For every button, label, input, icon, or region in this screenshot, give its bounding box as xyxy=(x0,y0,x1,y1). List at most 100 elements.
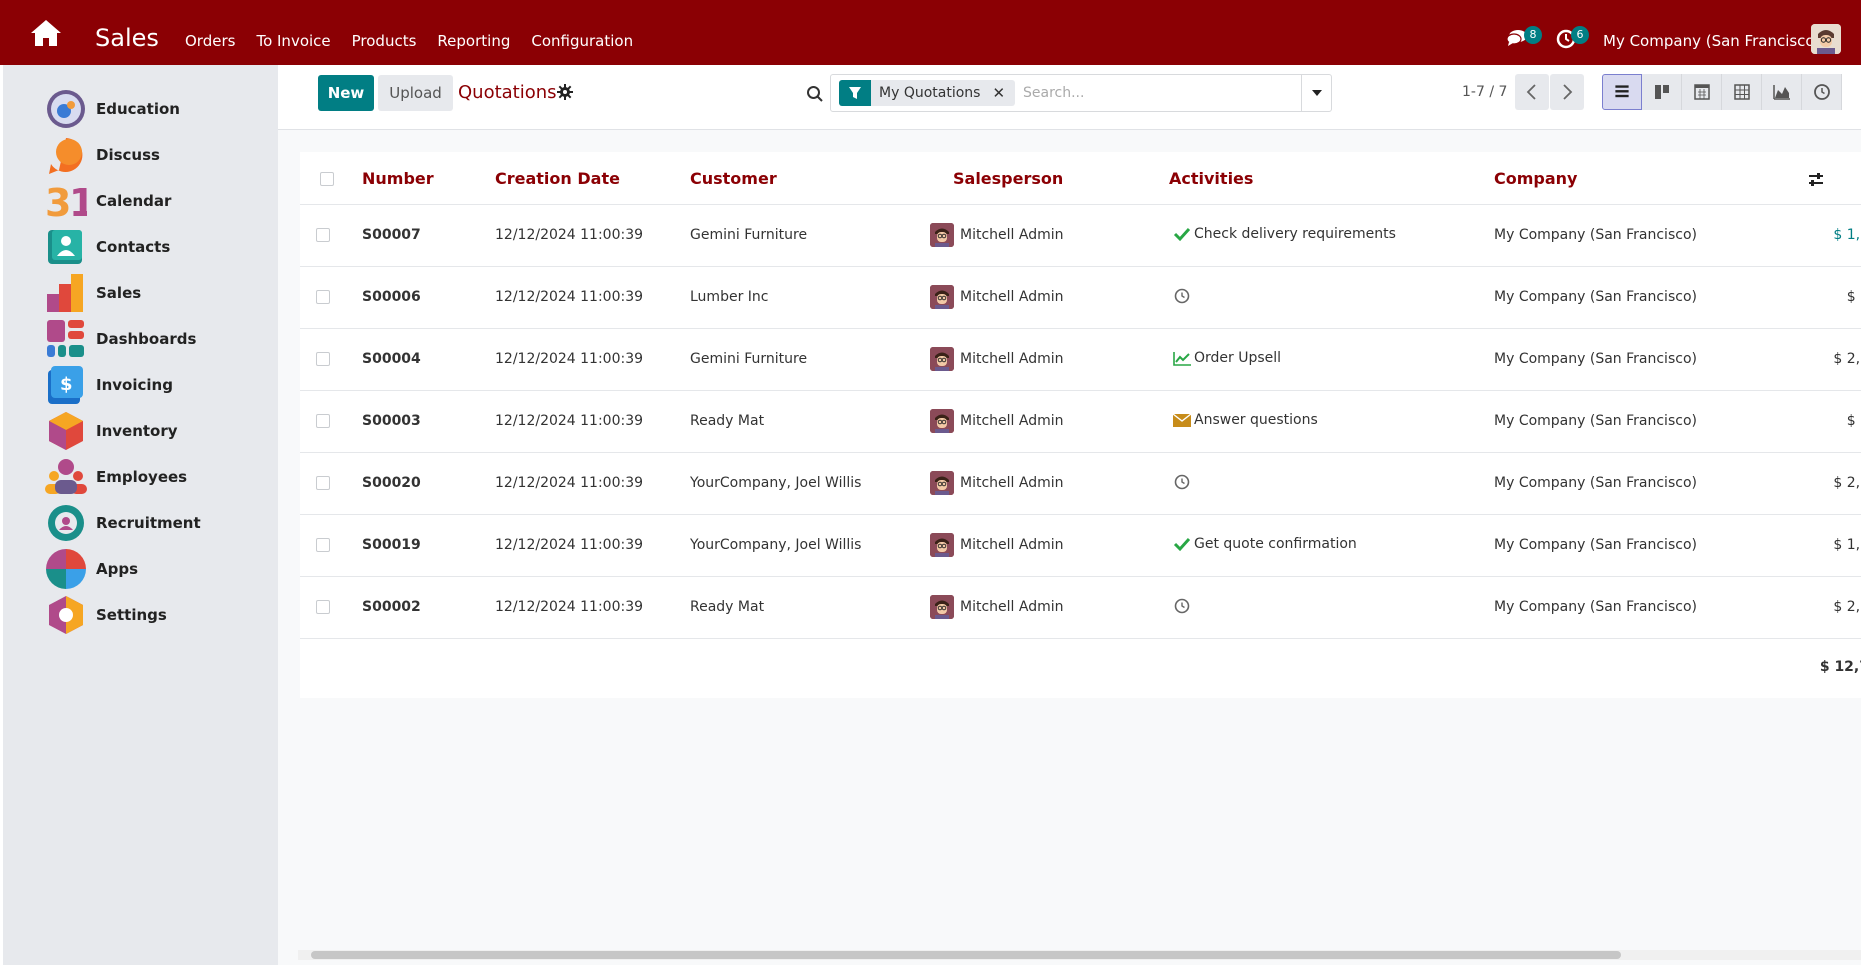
upload-button[interactable]: Upload xyxy=(378,75,453,111)
company-switcher[interactable]: My Company (San Francisco) xyxy=(1603,32,1820,50)
row-checkbox[interactable] xyxy=(316,600,330,614)
filter-facet: My Quotations ✕ xyxy=(839,80,1016,106)
creation-date: 12/12/2024 11:00:39 xyxy=(495,537,644,553)
search-options-toggle[interactable] xyxy=(1301,75,1331,111)
top-navbar: Sales Orders To Invoice Products Reporti… xyxy=(0,0,1861,65)
pager-previous-button[interactable] xyxy=(1515,74,1549,110)
activity-cell[interactable]: Order Upsell xyxy=(1172,349,1281,367)
table-row[interactable]: S00003 12/12/2024 11:00:39 Ready Mat Mitche… xyxy=(300,391,1861,453)
app-label: Dashboards xyxy=(96,330,197,348)
app-settings[interactable]: Settings xyxy=(45,591,167,639)
salesperson-cell: Mitchell Admin xyxy=(930,223,1064,247)
scrollbar-thumb[interactable] xyxy=(311,951,1621,959)
column-salesperson[interactable]: Salesperson xyxy=(953,169,1063,188)
activity-summary: Answer questions xyxy=(1194,412,1318,428)
amount-total: $ 2,2 xyxy=(1833,351,1861,367)
activity-summary: Check delivery requirements xyxy=(1194,226,1396,242)
salesperson-cell: Mitchell Admin xyxy=(930,285,1064,309)
pager-value[interactable]: 1-7 / 7 xyxy=(1462,84,1507,100)
calendar-view-button[interactable] xyxy=(1682,74,1722,110)
app-contacts[interactable]: Contacts xyxy=(45,223,170,271)
app-inventory[interactable]: Inventory xyxy=(45,407,178,455)
apps-icon xyxy=(45,548,87,590)
column-activities[interactable]: Activities xyxy=(1169,169,1253,188)
company-name: My Company (San Francisco) xyxy=(1494,289,1697,305)
activity-cell[interactable]: Answer questions xyxy=(1172,411,1318,429)
clock-icon[interactable] xyxy=(1172,597,1192,615)
activity-view-button[interactable] xyxy=(1802,74,1842,110)
app-discuss[interactable]: Discuss xyxy=(45,131,160,179)
new-button[interactable]: New xyxy=(318,75,374,111)
graph-view-button[interactable] xyxy=(1762,74,1802,110)
remove-facet-icon[interactable]: ✕ xyxy=(992,84,1015,102)
select-all-checkbox[interactable] xyxy=(320,172,334,186)
salesperson-name: Mitchell Admin xyxy=(960,537,1064,553)
activity-cell[interactable] xyxy=(1172,597,1194,615)
app-recruitment[interactable]: Recruitment xyxy=(45,499,201,547)
column-number[interactable]: Number xyxy=(362,169,434,188)
gear-icon[interactable] xyxy=(557,84,573,100)
app-apps[interactable]: Apps xyxy=(45,545,138,593)
search-icon[interactable] xyxy=(806,85,824,103)
row-checkbox[interactable] xyxy=(316,352,330,366)
home-icon[interactable] xyxy=(30,18,62,48)
list-view-button[interactable] xyxy=(1602,74,1642,110)
app-label: Inventory xyxy=(96,422,178,440)
order-number: S00006 xyxy=(362,289,421,305)
activity-cell[interactable] xyxy=(1172,473,1194,491)
activity-cell[interactable]: Check delivery requirements xyxy=(1172,225,1396,243)
row-checkbox[interactable] xyxy=(316,538,330,552)
row-checkbox[interactable] xyxy=(316,476,330,490)
app-sales[interactable]: Sales xyxy=(45,269,141,317)
table-row[interactable]: S00002 12/12/2024 11:00:39 Ready Mat Mitche… xyxy=(300,577,1861,639)
menu-orders[interactable]: Orders xyxy=(185,32,235,50)
creation-date: 12/12/2024 11:00:39 xyxy=(495,289,644,305)
row-checkbox[interactable] xyxy=(316,290,330,304)
app-calendar[interactable]: 31 Calendar xyxy=(45,177,171,225)
user-avatar[interactable] xyxy=(1811,24,1841,54)
svg-text:3: 3 xyxy=(45,181,71,222)
app-invoicing[interactable]: $ Invoicing xyxy=(45,361,173,409)
check-icon[interactable] xyxy=(1172,535,1192,553)
kanban-view-button[interactable] xyxy=(1642,74,1682,110)
table-row[interactable]: S00004 12/12/2024 11:00:39 Gemini Furnitur… xyxy=(300,329,1861,391)
app-name[interactable]: Sales xyxy=(95,24,159,52)
app-label: Apps xyxy=(96,560,139,578)
table-row[interactable]: S00020 12/12/2024 11:00:39 YourCompany, Jo… xyxy=(300,453,1861,515)
check-icon[interactable] xyxy=(1172,225,1192,243)
clock-icon[interactable] xyxy=(1172,287,1192,305)
chart-icon[interactable] xyxy=(1172,349,1192,367)
table-row[interactable]: S00007 12/12/2024 11:00:39 Gemini Furnitur… xyxy=(300,205,1861,267)
column-creation-date[interactable]: Creation Date xyxy=(495,169,620,188)
pivot-view-button[interactable] xyxy=(1722,74,1762,110)
column-customer[interactable]: Customer xyxy=(690,169,777,188)
menu-to-invoice[interactable]: To Invoice xyxy=(256,32,330,50)
horizontal-scrollbar[interactable] xyxy=(298,950,1861,960)
row-checkbox[interactable] xyxy=(316,414,330,428)
menu-configuration[interactable]: Configuration xyxy=(531,32,633,50)
row-checkbox[interactable] xyxy=(316,228,330,242)
activity-cell[interactable] xyxy=(1172,287,1194,305)
app-dashboards[interactable]: Dashboards xyxy=(45,315,196,363)
activity-cell[interactable]: Get quote confirmation xyxy=(1172,535,1357,553)
clock-icon[interactable] xyxy=(1172,473,1192,491)
table-row[interactable]: S00019 12/12/2024 11:00:39 YourCompany, Jo… xyxy=(300,515,1861,577)
creation-date: 12/12/2024 11:00:39 xyxy=(495,599,644,615)
messages-badge: 8 xyxy=(1524,26,1542,44)
search-bar[interactable]: My Quotations ✕ Search... xyxy=(830,74,1332,112)
education-icon xyxy=(45,88,87,130)
creation-date: 12/12/2024 11:00:39 xyxy=(495,475,644,491)
amount-total: $ 2,9 xyxy=(1833,475,1861,491)
app-label: Calendar xyxy=(96,192,172,210)
envelope-icon[interactable] xyxy=(1172,411,1192,429)
salesperson-cell: Mitchell Admin xyxy=(930,409,1064,433)
search-input[interactable]: Search... xyxy=(1023,85,1084,101)
table-row[interactable]: S00006 12/12/2024 11:00:39 Lumber Inc Mitch… xyxy=(300,267,1861,329)
pager-next-button[interactable] xyxy=(1550,74,1584,110)
menu-reporting[interactable]: Reporting xyxy=(437,32,510,50)
app-employees[interactable]: Employees xyxy=(45,453,187,501)
column-company[interactable]: Company xyxy=(1494,169,1577,188)
optional-columns-icon[interactable] xyxy=(1807,171,1825,189)
app-education[interactable]: Education xyxy=(45,85,180,133)
menu-products[interactable]: Products xyxy=(352,32,417,50)
